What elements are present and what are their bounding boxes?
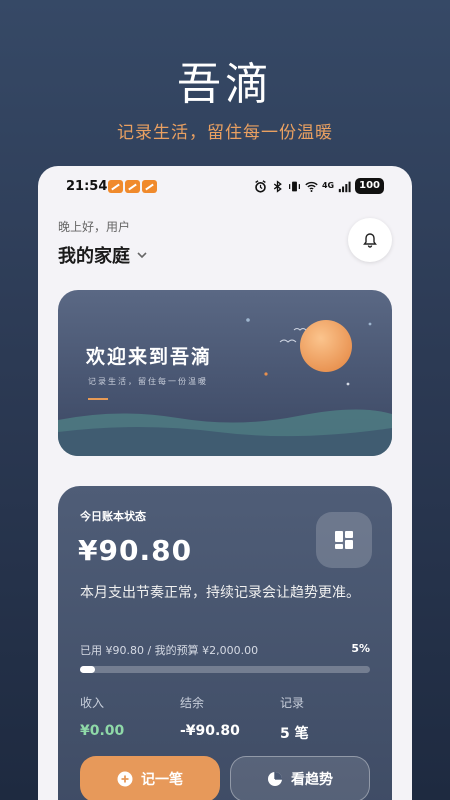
banner-illustration [58,318,392,456]
dashboard-button[interactable] [316,512,372,568]
add-record-button[interactable]: 记一笔 [80,756,220,800]
app-notification-icon [125,180,140,193]
status-bar: 21:54 4G 100 [38,176,412,198]
budget-percent: 5% [351,642,370,655]
income-value: ¥0.00 [80,723,125,739]
account-card: 今日账本状态 ¥90.80 本月支出节奏正常，持续记录会让趋势更准。 已用 ¥9… [58,486,392,800]
account-description: 本月支出节奏正常，持续记录会让趋势更准。 [80,585,360,601]
sun-icon [300,320,352,372]
view-trend-button[interactable]: 看趋势 [230,756,370,800]
battery-indicator: 100 [355,178,384,194]
network-type: 4G [321,181,335,190]
notification-badges [108,180,157,193]
budget-progress-fill [80,666,95,673]
pie-chart-icon [268,772,282,786]
budget-used-text: 已用 ¥90.80 / 我的预算 ¥2,000.00 [80,644,259,657]
banner-subtitle: 记录生活，留住每一份温暖 [88,377,208,386]
notification-button[interactable] [348,218,392,262]
plus-circle-icon [117,771,133,787]
wifi-icon [305,180,318,193]
app-notification-icon [108,180,123,193]
records-label: 记录 [280,696,305,710]
greeting-text: 晚上好，用户 [58,220,131,234]
account-label: 今日账本状态 [80,510,146,523]
welcome-banner[interactable]: 欢迎来到吾滴 记录生活，留住每一份温暖 [58,290,392,456]
banner-title: 欢迎来到吾滴 [86,346,213,368]
phone-screen: 21:54 4G 100 晚上好，用户 我的家庭 欢迎来到吾滴 记录生活，留住每… [38,166,412,800]
bell-icon [363,233,377,248]
income-stat: 收入 ¥0.00 [80,694,124,739]
family-selector[interactable]: 我的家庭 [58,242,148,268]
dashboard-icon [335,531,353,549]
status-icons: 4G 100 [254,178,384,194]
balance-stat: 结余 -¥90.80 [180,694,240,739]
chevron-down-icon [137,252,147,259]
alarm-icon [254,179,267,193]
account-amount: ¥90.80 [78,534,193,567]
balance-value: -¥90.80 [180,723,240,739]
income-label: 收入 [80,696,105,710]
status-time: 21:54 [66,179,108,194]
records-stat: 记录 5 笔 [280,694,309,743]
add-record-label: 记一笔 [141,772,183,788]
vibrate-icon [288,180,301,193]
app-notification-icon [142,180,157,193]
signal-icon [338,180,351,193]
family-name: 我的家庭 [58,246,130,267]
budget-progress-bar [80,666,370,673]
records-value: 5 笔 [280,726,309,742]
banner-divider [88,398,108,400]
view-trend-label: 看趋势 [291,772,333,788]
hero-title: 吾滴 [177,59,273,110]
balance-label: 结余 [180,696,205,710]
bluetooth-icon [271,179,284,193]
hero-subtitle: 记录生活，留住每一份温暖 [117,123,333,143]
